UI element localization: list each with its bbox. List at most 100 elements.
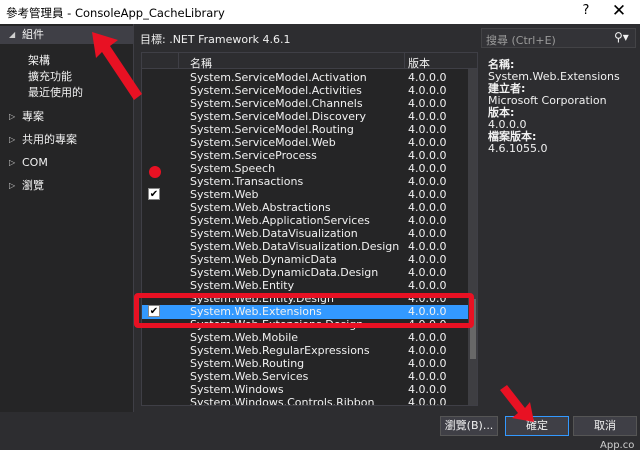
background-tab-fragment: App.co <box>600 440 635 450</box>
list-item[interactable]: ✔ System.Web 4.0.0.0 <box>142 188 468 201</box>
assembly-version: 4.0.0.0 <box>408 279 447 292</box>
list-item[interactable]: System.Windows 4.0.0.0 <box>142 383 468 396</box>
cancel-button[interactable]: 取消 <box>573 416 637 436</box>
checkbox-checked-icon[interactable]: ✔ <box>148 188 160 200</box>
window-title: 參考管理員 - ConsoleApp_CacheLibrary <box>6 6 225 20</box>
search-input[interactable]: 搜尋 (Ctrl+E) <box>486 32 556 48</box>
target-framework-label: 目標: .NET Framework 4.6.1 <box>140 33 291 46</box>
assembly-version: 4.0.0.0 <box>408 97 447 110</box>
sidebar-item-browse[interactable]: ▷ 瀏覽 <box>0 177 134 195</box>
list-item[interactable]: System.Web.Abstractions 4.0.0.0 <box>142 201 468 214</box>
assembly-name: System.ServiceProcess <box>190 149 317 162</box>
assembly-name: System.ServiceModel.Channels <box>190 97 363 110</box>
list-item[interactable]: System.Web.Mobile 4.0.0.0 <box>142 331 468 344</box>
red-highlight-box <box>134 293 474 328</box>
list-item[interactable]: System.Web.DataVisualization.Design 4.0.0… <box>142 240 468 253</box>
close-button[interactable]: ✕ <box>604 1 634 21</box>
sidebar-item-recent[interactable]: 最近使用的 <box>28 85 83 101</box>
collapsed-arrow-icon: ▷ <box>9 112 16 121</box>
sidebar-item-shared-projects[interactable]: ▷ 共用的專案 <box>0 131 134 149</box>
assembly-version: 4.0.0.0 <box>408 123 447 136</box>
list-item[interactable]: System.Speech 4.0.0.0 <box>142 162 468 175</box>
assembly-name: System.ServiceModel.Activation <box>190 71 367 84</box>
assembly-version: 4.0.0.0 <box>408 162 447 175</box>
assembly-version: 4.0.0.0 <box>408 214 447 227</box>
red-dot-annotation <box>149 166 161 178</box>
column-header-version[interactable]: 版本 <box>408 55 430 71</box>
list-item[interactable]: System.Web.DataVisualization 4.0.0.0 <box>142 227 468 240</box>
sidebar-item-projects[interactable]: ▷ 專案 <box>0 108 134 126</box>
assembly-version: 4.0.0.0 <box>408 149 447 162</box>
sidebar-item-extensions[interactable]: 擴充功能 <box>28 69 72 85</box>
list-item[interactable]: System.ServiceModel.Channels 4.0.0.0 <box>142 97 468 110</box>
assembly-name: System.Web.DataVisualization <box>190 227 358 240</box>
expanded-arrow-icon: ◢ <box>9 30 16 39</box>
list-item[interactable]: System.ServiceModel.Web 4.0.0.0 <box>142 136 468 149</box>
assembly-name: System.Windows.Controls.Ribbon <box>190 396 375 406</box>
list-item[interactable]: System.Web.DynamicData.Design 4.0.0.0 <box>142 266 468 279</box>
list-item[interactable]: System.Web.Routing 4.0.0.0 <box>142 357 468 370</box>
sidebar-item-label: COM <box>22 156 48 169</box>
assembly-version: 4.0.0.0 <box>408 188 447 201</box>
assembly-version: 4.0.0.0 <box>408 240 447 253</box>
list-item[interactable]: System.ServiceModel.Activities 4.0.0.0 <box>142 84 468 97</box>
list-item[interactable]: System.Windows.Controls.Ribbon 4.0.0.0 <box>142 396 468 406</box>
assembly-name: System.Web <box>190 188 259 201</box>
column-header-name[interactable]: 名稱 <box>190 55 212 71</box>
assembly-name: System.Web.DynamicData.Design <box>190 266 379 279</box>
list-item[interactable]: System.Web.DynamicData 4.0.0.0 <box>142 253 468 266</box>
list-item[interactable]: System.Web.Entity 4.0.0.0 <box>142 279 468 292</box>
assembly-version: 4.0.0.0 <box>408 266 447 279</box>
list-item[interactable]: System.ServiceModel.Routing 4.0.0.0 <box>142 123 468 136</box>
list-item[interactable]: System.ServiceModel.Discovery 4.0.0.0 <box>142 110 468 123</box>
red-arrow-annotation <box>92 32 142 100</box>
detail-creator-value: Microsoft Corporation <box>488 94 607 107</box>
assembly-version: 4.0.0.0 <box>408 344 447 357</box>
assembly-version: 4.0.0.0 <box>408 71 447 84</box>
list-scrollbar[interactable] <box>468 69 477 405</box>
assembly-name: System.ServiceModel.Routing <box>190 123 354 136</box>
sidebar-item-label: 瀏覽 <box>22 179 44 192</box>
list-item[interactable]: System.Web.Services 4.0.0.0 <box>142 370 468 383</box>
sidebar-item-framework[interactable]: 架構 <box>28 53 50 69</box>
assembly-name: System.Web.DynamicData <box>190 253 337 266</box>
title-bar: 參考管理員 - ConsoleApp_CacheLibrary ? ✕ <box>0 0 640 24</box>
list-item[interactable]: System.ServiceModel.Activation 4.0.0.0 <box>142 71 468 84</box>
list-header: 名稱 版本 <box>142 53 477 71</box>
assembly-version: 4.0.0.0 <box>408 201 447 214</box>
assembly-version: 4.0.0.0 <box>408 84 447 97</box>
assembly-version: 4.0.0.0 <box>408 253 447 266</box>
assembly-name: System.Web.Services <box>190 370 309 383</box>
detail-creator-label: 建立者: <box>488 82 526 95</box>
search-icon[interactable]: ⚲▾ <box>614 30 629 44</box>
assembly-name: System.Web.Entity <box>190 279 295 292</box>
list-item[interactable]: System.ServiceProcess 4.0.0.0 <box>142 149 468 162</box>
assembly-version: 4.0.0.0 <box>408 331 447 344</box>
list-item[interactable]: System.Web.ApplicationServices 4.0.0.0 <box>142 214 468 227</box>
red-arrow-annotation <box>500 385 534 422</box>
detail-file-version-value: 4.6.1055.0 <box>488 142 548 155</box>
assembly-name: System.Windows <box>190 383 284 396</box>
assembly-version: 4.0.0.0 <box>408 136 447 149</box>
help-button[interactable]: ? <box>578 3 594 18</box>
search-box[interactable]: 搜尋 (Ctrl+E) ⚲▾ <box>481 28 636 48</box>
assembly-name: System.Web.Abstractions <box>190 201 331 214</box>
assembly-version: 4.0.0.0 <box>408 396 447 406</box>
sidebar-item-label: 專案 <box>22 110 44 123</box>
assembly-name: System.Transactions <box>190 175 304 188</box>
detail-name-label: 名稱: <box>488 58 515 71</box>
details-panel: 名稱: System.Web.Extensions 建立者: Microsoft… <box>488 58 638 155</box>
browse-button[interactable]: 瀏覽(B)... <box>440 416 498 436</box>
sidebar-item-com[interactable]: ▷ COM <box>0 154 134 172</box>
assembly-version: 4.0.0.0 <box>408 370 447 383</box>
sidebar-item-label: 共用的專案 <box>22 133 77 146</box>
assembly-name: System.ServiceModel.Web <box>190 136 336 149</box>
assembly-version: 4.0.0.0 <box>408 383 447 396</box>
list-item[interactable]: System.Transactions 4.0.0.0 <box>142 175 468 188</box>
detail-version-label: 版本: <box>488 106 515 119</box>
assembly-name: System.Web.DataVisualization.Design <box>190 240 400 253</box>
detail-name-value: System.Web.Extensions <box>488 70 620 83</box>
collapsed-arrow-icon: ▷ <box>9 135 16 144</box>
assembly-name: System.Web.Routing <box>190 357 305 370</box>
list-item[interactable]: System.Web.RegularExpressions 4.0.0.0 <box>142 344 468 357</box>
